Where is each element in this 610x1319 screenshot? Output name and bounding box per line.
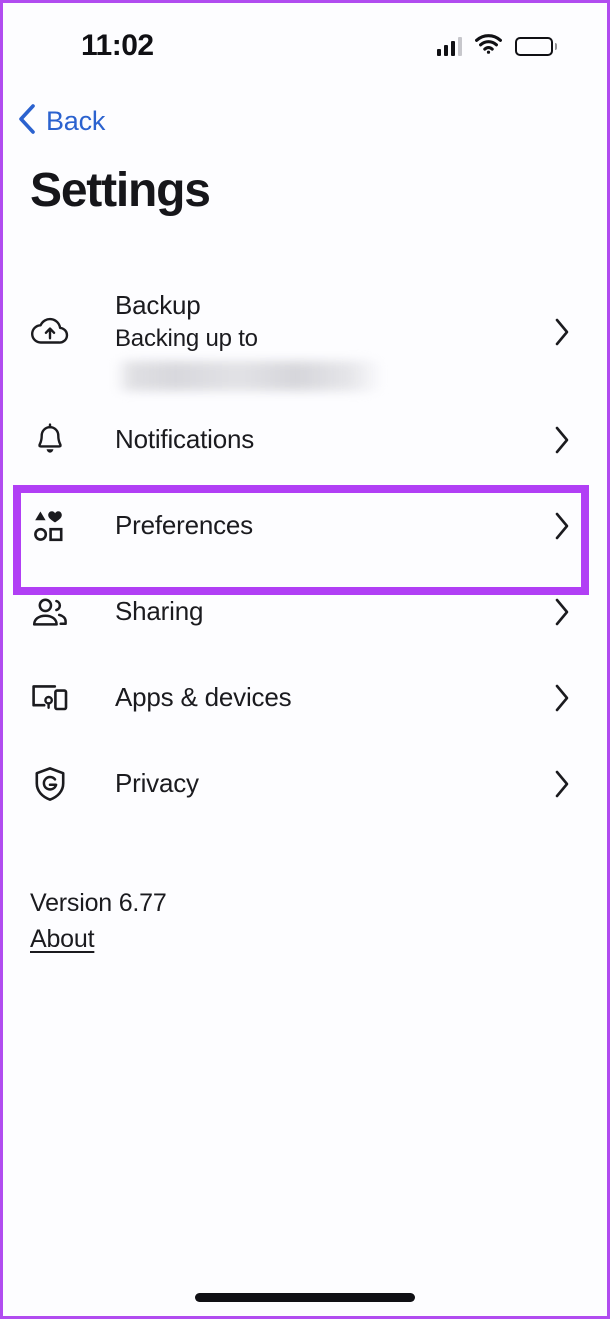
settings-row-title: Notifications — [115, 424, 255, 455]
chevron-right-icon — [547, 683, 577, 713]
shield-g-icon — [27, 766, 73, 802]
chevron-right-icon — [547, 597, 577, 627]
settings-list: Backup Backing up to Notifications Prefe… — [3, 279, 607, 827]
version-block: Version 6.77 About — [30, 889, 167, 954]
status-bar-icons — [436, 33, 557, 59]
back-label: Back — [46, 106, 106, 136]
people-icon — [27, 596, 73, 628]
page-title: Settings — [30, 164, 211, 217]
settings-row-backup[interactable]: Backup Backing up to — [3, 279, 607, 397]
settings-row-subtitle: Backing up to — [115, 324, 258, 352]
cellular-signal-icon — [436, 36, 462, 56]
settings-row-notifications[interactable]: Notifications — [3, 397, 607, 483]
about-link[interactable]: About — [30, 925, 95, 954]
chevron-right-icon — [547, 425, 577, 455]
shapes-grid-icon — [27, 508, 73, 544]
settings-row-notifications-text: Notifications — [115, 423, 547, 457]
chevron-right-icon — [547, 769, 577, 799]
settings-row-sharing[interactable]: Sharing — [3, 569, 607, 655]
devices-icon — [27, 682, 73, 714]
version-label: Version 6.77 — [30, 889, 167, 917]
settings-row-apps-devices[interactable]: Apps & devices — [3, 655, 607, 741]
settings-row-sharing-text: Sharing — [115, 595, 547, 629]
back-button[interactable]: Back — [17, 103, 105, 140]
settings-row-privacy[interactable]: Privacy — [3, 741, 607, 827]
chevron-right-icon — [547, 511, 577, 541]
home-indicator[interactable] — [195, 1293, 415, 1302]
settings-row-privacy-text: Privacy — [115, 767, 547, 801]
chevron-left-icon — [17, 103, 37, 140]
wifi-icon — [475, 33, 502, 59]
status-bar: 11:02 — [3, 3, 607, 83]
settings-row-title: Sharing — [115, 596, 204, 627]
settings-row-apps-devices-text: Apps & devices — [115, 681, 547, 715]
settings-row-title: Backup — [115, 290, 201, 320]
settings-row-backup-text: Backup Backing up to — [115, 289, 547, 392]
settings-row-title: Apps & devices — [115, 682, 292, 713]
settings-row-preferences[interactable]: Preferences — [3, 483, 607, 569]
cloud-upload-icon — [27, 315, 73, 345]
phone-screen: 11:02 Back Settings Backup Backing up to… — [0, 0, 610, 1319]
status-bar-clock: 11:02 — [81, 29, 154, 62]
settings-row-title: Privacy — [115, 768, 199, 799]
settings-row-title: Preferences — [115, 510, 253, 541]
battery-icon — [515, 36, 557, 56]
settings-row-preferences-text: Preferences — [115, 509, 547, 543]
redacted-account-text — [115, 361, 383, 392]
bell-icon — [27, 423, 73, 457]
chevron-right-icon — [547, 317, 577, 347]
